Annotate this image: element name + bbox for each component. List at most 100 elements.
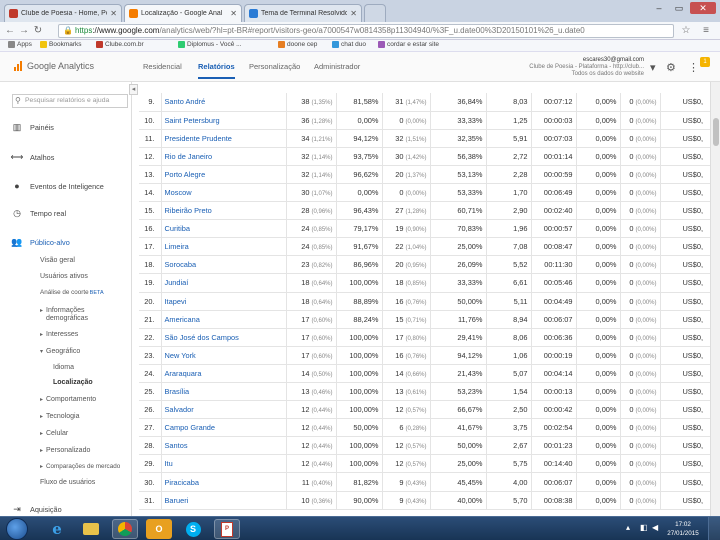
city-link[interactable]: Sorocaba [161,255,287,275]
sidebar-item-realtime[interactable]: ◷ Tempo real [0,208,131,219]
table-row[interactable]: 26. Salvador 12 (0,44%) 100,00% 12 (0,57%) 66,6… [139,400,710,420]
city-link[interactable]: Salvador [161,400,287,420]
city-link[interactable]: São José dos Campos [161,328,287,347]
tab-clube-poesia[interactable]: Clube de Poesia - Home, Poe ✕ [4,4,122,22]
city-link[interactable]: Curitiba [161,219,287,239]
city-link[interactable]: Rio de Janeiro [161,147,287,166]
table-row[interactable]: 30. Piracicaba 11 (0,40%) 81,82% 9 (0,43%) 45,4… [139,472,710,492]
chrome-icon[interactable] [112,519,138,539]
sidebar-collapse-button[interactable]: ◂ [129,84,138,95]
menu-icon[interactable]: ≡ [700,25,712,37]
city-link[interactable]: Presidente Prudente [161,129,287,148]
bookmark-apps[interactable]: Apps [8,41,32,48]
city-link[interactable]: Moscow [161,183,287,203]
bookmark-cordar[interactable]: cordar e estar site [378,41,439,48]
table-row[interactable]: 14. Moscow 30 (1,07%) 0,00% 0 (0,00%) 53,33% 1,7… [139,183,710,203]
table-row[interactable]: 19. Jundiaí 18 (0,64%) 100,00% 18 (0,85%) 33,33… [139,273,710,293]
sidebar-item-dashboards[interactable]: ▥ Painéis [0,122,131,133]
sidebar-item-shortcuts[interactable]: ⟷ Atalhos [0,152,131,163]
city-link[interactable]: Porto Alegre [161,165,287,184]
account-selector[interactable]: escares30@gmail.com Clube de Poesia - Pl… [520,57,644,78]
sidebar-sub-interests[interactable]: ▸ Interesses [40,331,78,338]
table-row[interactable]: 16. Curitiba 24 (0,85%) 79,17% 19 (0,90%) 70,83… [139,219,710,239]
sidebar-sub-mobile[interactable]: ▸ Celular [40,430,68,437]
outlook-icon[interactable]: O [146,519,172,539]
reload-icon[interactable]: ↻ [32,25,44,37]
city-link[interactable]: Campo Grande [161,418,287,438]
nav-reports[interactable]: Relatórios [198,62,235,79]
city-link[interactable]: Itapevi [161,292,287,311]
sidebar-sub-overview[interactable]: Visão geral [40,257,75,264]
bookmark-chat[interactable]: chat duo [332,41,366,48]
table-row[interactable]: 17. Limeira 24 (0,85%) 91,67% 22 (1,04%) 25,00%… [139,237,710,257]
table-row[interactable]: 25. Brasília 13 (0,46%) 100,00% 13 (0,61%) 53,2… [139,382,710,402]
table-row[interactable]: 10. Saint Petersburg 36 (1,28%) 0,00% 0 (0,00%… [139,111,710,130]
sidebar-sub-technology[interactable]: ▸ Tecnologia [40,413,79,420]
notifications-icon[interactable]: ⋮ [688,61,699,74]
nav-admin[interactable]: Administrador [314,62,360,71]
sidebar-sub-language[interactable]: Idioma [53,364,74,371]
city-link[interactable]: Santo André [161,93,287,112]
table-row[interactable]: 27. Campo Grande 12 (0,44%) 50,00% 6 (0,28%) 41… [139,418,710,438]
pdf-icon[interactable]: P [214,519,240,539]
sidebar-search-input[interactable]: ⚲ Pesquisar relatórios e ajuda [12,94,128,108]
skype-icon[interactable]: S [180,519,206,539]
minimize-icon[interactable]: – [650,2,668,14]
windows-start-button[interactable] [6,518,28,540]
nav-customization[interactable]: Personalização [249,62,300,71]
city-link[interactable]: Jundiaí [161,273,287,293]
city-link[interactable]: Araraquara [161,364,287,384]
sidebar-sub-active-users[interactable]: Usuários ativos [40,273,88,280]
table-row[interactable]: 24. Araraquara 14 (0,50%) 100,00% 14 (0,66%) 21… [139,364,710,384]
tab-google-analytics[interactable]: Localização - Google Anal ✕ [124,4,242,22]
sidebar-sub-custom[interactable]: ▸ Personalizado [40,447,90,454]
sidebar-sub-behavior[interactable]: ▸ Comportamento [40,396,96,403]
notification-badge[interactable]: 1 [700,57,710,67]
city-link[interactable]: Barueri [161,491,287,510]
table-row[interactable]: 9. Santo André 38 (1,35%) 81,58% 31 (1,47%) 36,… [139,93,710,112]
network-icon[interactable]: ◧ [640,523,648,532]
sidebar-item-audience[interactable]: 👥 Público-alvo [0,237,131,248]
new-tab-button[interactable] [364,4,386,22]
city-link[interactable]: Saint Petersburg [161,111,287,130]
table-row[interactable]: 22. São José dos Campos 17 (0,60%) 100,00% 17… [139,328,710,347]
table-row[interactable]: 29. Itu 12 (0,44%) 100,00% 12 (0,57%) 25,00% 5,7… [139,454,710,474]
bookmark-doone[interactable]: doone cep [278,41,317,48]
table-row[interactable]: 12. Rio de Janeiro 32 (1,14%) 93,75% 30 (1,42%… [139,147,710,166]
city-link[interactable]: Brasília [161,382,287,402]
table-row[interactable]: 15. Ribeirão Preto 28 (0,96%) 96,43% 27 (1,28%… [139,201,710,221]
account-dropdown-icon[interactable]: ▾ [650,61,656,74]
sidebar-sub-location[interactable]: Localização [53,379,93,386]
city-link[interactable]: Americana [161,310,287,329]
volume-icon[interactable]: ◀ [652,523,658,532]
table-row[interactable]: 21. Americana 17 (0,60%) 88,24% 15 (0,71%) 11,7… [139,310,710,329]
sidebar-item-acquisition[interactable]: ⇥ Aquisição [0,504,131,515]
url-input[interactable]: 🔒 https://www.google.com/analytics/web/?h… [58,24,674,38]
sidebar-sub-demographics[interactable]: ▸ Informações demográficas [40,307,118,323]
scrollbar-thumb[interactable] [713,118,719,146]
forward-icon[interactable]: → [18,25,30,37]
star-icon[interactable]: ☆ [680,25,692,37]
table-row[interactable]: 18. Sorocaba 23 (0,82%) 86,96% 20 (0,95%) 26,09… [139,255,710,275]
table-row[interactable]: 20. Itapevi 18 (0,64%) 88,89% 16 (0,76%) 50,00%… [139,292,710,311]
page-scrollbar[interactable] [710,82,720,516]
sidebar-item-intelligence[interactable]: ● Eventos de Inteligence [0,181,131,191]
table-row[interactable]: 11. Presidente Prudente 34 (1,21%) 94,12% 32(… [139,129,710,148]
table-row[interactable]: 31. Barueri 10 (0,36%) 90,00% 9 (0,43%) 40,00% 5… [139,491,710,510]
back-icon[interactable]: ← [4,25,16,37]
system-clock[interactable]: 17:02 27/01/2015 [666,520,700,538]
bookmark-clube[interactable]: Clube.com.br [96,41,144,48]
sidebar-sub-benchmarking[interactable]: ▸ Comparações de mercado [40,463,120,470]
close-icon[interactable]: ✕ [110,9,117,18]
bookmark-diplomus[interactable]: Diplomus - Você ... [178,41,242,48]
table-row[interactable]: 23. New York 17 (0,60%) 100,00% 16 (0,76%) 94,1… [139,346,710,365]
sidebar-sub-geo[interactable]: ▾ Geográfico [40,348,80,355]
sidebar-sub-users-flow[interactable]: Fluxo de usuários [40,479,95,486]
table-row[interactable]: 28. Santos 12 (0,44%) 100,00% 12 (0,57%) 50,00%… [139,436,710,456]
city-link[interactable]: Limeira [161,237,287,257]
explorer-icon[interactable] [78,519,104,539]
table-row[interactable]: 13. Porto Alegre 32 (1,14%) 96,62% 20 (1,37%) 5… [139,165,710,184]
city-link[interactable]: Piracicaba [161,472,287,492]
tab-terminal[interactable]: Tema de Terminal Resolvido ✕ [244,4,362,22]
close-icon[interactable]: ✕ [230,9,237,18]
